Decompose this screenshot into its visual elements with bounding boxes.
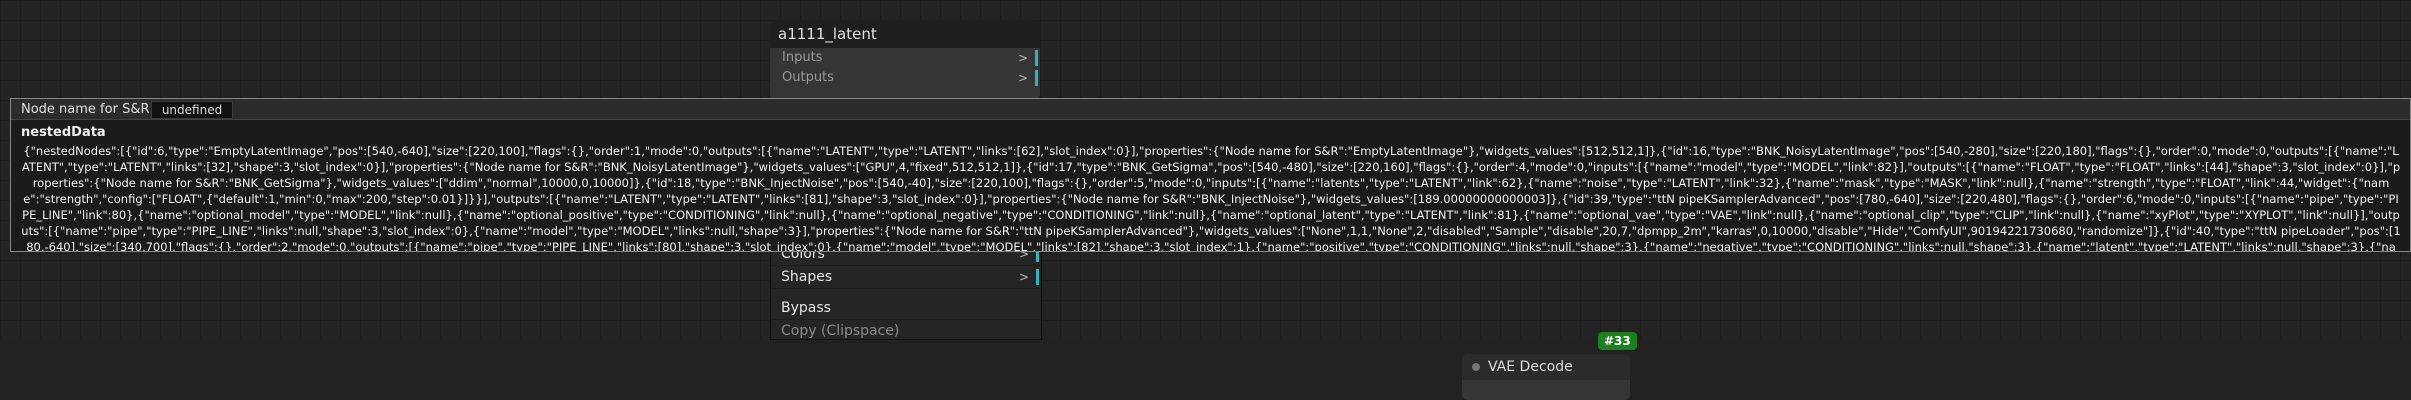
node-outputs-row[interactable]: Outputs > (770, 68, 1040, 88)
menu-item-label: Copy (Clipspace) (781, 323, 900, 339)
inputs-label: Inputs (782, 50, 823, 65)
property-row-node-name: Node name for S&R undefined (11, 99, 2410, 120)
node-title: a1111_latent (770, 20, 1040, 48)
context-menu[interactable]: Colors > Shapes > Bypass Copy (Clipspace… (770, 242, 1042, 343)
submenu-indicator-icon (1036, 269, 1039, 285)
property-row-nested-data: nestedData {"nestedNodes":[{"id":6,"type… (11, 123, 2410, 251)
menu-separator (771, 289, 1041, 297)
property-label: Node name for S&R (21, 102, 150, 117)
outputs-label: Outputs (782, 70, 834, 85)
node-name-value-field[interactable]: undefined (151, 101, 233, 119)
chevron-right-icon: > (1017, 71, 1028, 85)
slot-connector-icon (1035, 70, 1038, 86)
node-title: VAE Decode (1488, 359, 1573, 375)
chevron-right-icon: > (1017, 51, 1028, 65)
slot-connector-icon (1035, 50, 1038, 66)
properties-panel[interactable]: Node name for S&R undefined nestedData {… (10, 98, 2411, 252)
menu-item-copy-clipspace[interactable]: Copy (Clipspace) (771, 320, 1041, 343)
node-inputs-row[interactable]: Inputs > (770, 48, 1040, 68)
menu-item-bypass[interactable]: Bypass (771, 297, 1041, 320)
menu-item-label: Bypass (781, 300, 831, 316)
property-label: nestedData (21, 125, 106, 140)
node-a1111-latent[interactable]: a1111_latent Inputs > Outputs > (770, 20, 1040, 100)
nested-data-value[interactable]: {"nestedNodes":[{"id":6,"type":"EmptyLat… (21, 143, 2401, 251)
collapse-dot-icon[interactable] (1472, 363, 1480, 371)
node-id-badge: #33 (1598, 332, 1637, 350)
node-vae-decode-title[interactable]: VAE Decode (1462, 354, 1630, 380)
menu-item-shapes[interactable]: Shapes > (771, 266, 1041, 289)
chevron-right-icon: > (1018, 270, 1029, 284)
menu-item-label: Shapes (781, 269, 833, 285)
